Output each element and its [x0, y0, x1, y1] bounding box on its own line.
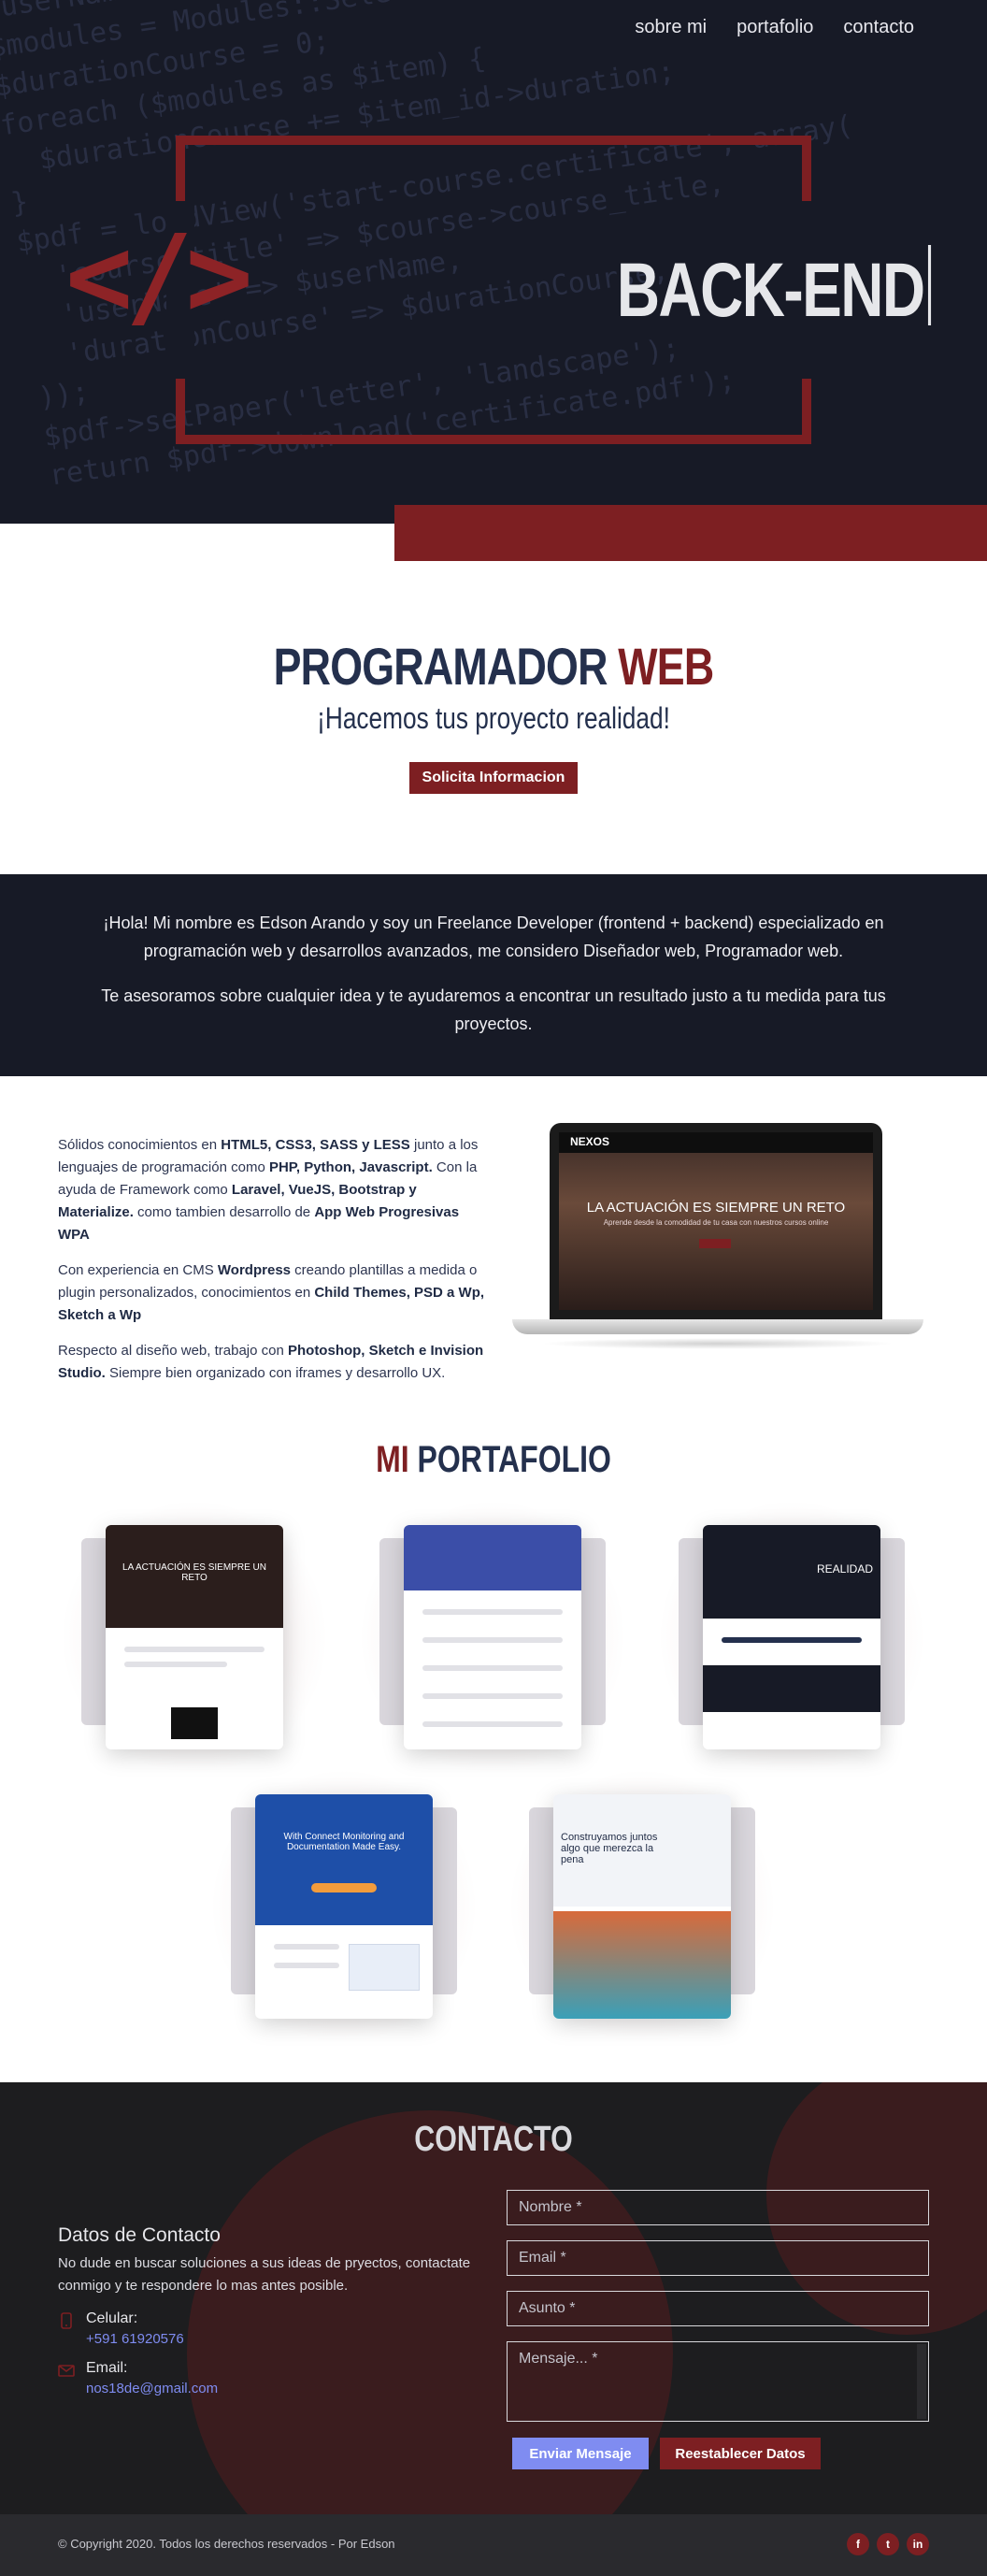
laptop-screen-cta [699, 1239, 731, 1248]
skills-paragraph-3: Respecto al diseño web, trabajo con Phot… [58, 1343, 484, 1381]
about-section: ¡Hola! Mi nombre es Edson Arando y soy u… [0, 874, 987, 1076]
linkedin-icon[interactable]: in [907, 2533, 929, 2555]
contact-phone: Celular: +591 61920576 [58, 2310, 479, 2347]
contact-info: Datos de Contacto No dude en buscar solu… [58, 2224, 479, 2396]
laptop-screen-brand: NEXOS [570, 1135, 610, 1148]
laptop-screen: NEXOS LA ACTUACIÓN ES SIEMPRE UN RETO Ap… [559, 1132, 873, 1310]
message-field[interactable]: Mensaje... * [507, 2341, 929, 2422]
contact-description: No dude en buscar soluciones a sus ideas… [58, 2255, 471, 2294]
email-field[interactable]: Email * [507, 2240, 929, 2276]
portfolio-card-2[interactable] [348, 1488, 637, 1787]
phone-link[interactable]: +591 61920576 [86, 2331, 479, 2347]
contact-section: CONTACTO Datos de Contacto No dude en bu… [0, 2082, 987, 2514]
phone-icon [61, 2312, 72, 2329]
portfolio-card-1-preview: LA ACTUACIÓN ES SIEMPRE UN RETO [106, 1525, 283, 1749]
name-field[interactable]: Nombre * [507, 2190, 929, 2225]
portfolio-title: MI PORTAFOLIO [376, 1439, 611, 1480]
skills-text: Sólidos conocimientos en HTML5, CSS3, SA… [58, 1134, 488, 1398]
nav-link-contacto[interactable]: contacto [843, 17, 914, 38]
page: $userName = $user->name; $modules = Modu… [0, 0, 987, 2576]
hero-title: BACK-END [617, 245, 931, 335]
copyright-text: © Copyright 2020. Todos los derechos res… [58, 2537, 395, 2551]
typing-cursor [927, 245, 931, 325]
skills-paragraph-2: Con experiencia en CMS Wordpress creando… [58, 1262, 485, 1323]
nav-link-portafolio[interactable]: portafolio [737, 17, 813, 38]
contact-title: CONTACTO [414, 2120, 573, 2159]
portfolio-card-5[interactable]: Construyamos juntos algo que merezca la … [497, 1757, 787, 2056]
contact-email: Email: nos18de@gmail.com [58, 2360, 479, 2396]
laptop-screen-headline: LA ACTUACIÓN ES SIEMPRE UN RETO [586, 1200, 846, 1216]
main-nav: sobre mi portafolio contacto [635, 17, 914, 38]
reset-form-button[interactable]: Reestablecer Datos [660, 2438, 821, 2469]
portfolio-card-2-preview [404, 1525, 581, 1749]
about-paragraph-1: ¡Hola! Mi nombre es Edson Arando y soy u… [103, 914, 884, 960]
portfolio-card-5-title: Construyamos juntos algo que merezca la … [561, 1832, 658, 1865]
facebook-icon[interactable]: f [847, 2533, 869, 2555]
laptop-lid: NEXOS LA ACTUACIÓN ES SIEMPRE UN RETO Ap… [550, 1123, 882, 1319]
message-scrollbar[interactable] [917, 2344, 926, 2419]
laptop-base [512, 1319, 923, 1334]
request-info-button[interactable]: Solicita Informacion [409, 762, 578, 794]
laptop-mockup: NEXOS LA ACTUACIÓN ES SIEMPRE UN RETO Ap… [512, 1123, 923, 1375]
email-link[interactable]: nos18de@gmail.com [86, 2381, 479, 2396]
hero-accent-band [394, 505, 987, 524]
hero-section: $userName = $user->name; $modules = Modu… [0, 0, 987, 524]
portfolio-card-3[interactable]: REALIDAD [647, 1488, 937, 1787]
portfolio-card-1[interactable]: LA ACTUACIÓN ES SIEMPRE UN RETO [50, 1488, 339, 1787]
portfolio-card-4-preview: With Connect Monitoring and Documentatio… [255, 1794, 433, 2019]
skills-section: Sólidos conocimientos en HTML5, CSS3, SA… [0, 1076, 987, 1413]
portfolio-card-5-preview: Construyamos juntos algo que merezca la … [553, 1794, 731, 2019]
about-paragraph-2: Te asesoramos sobre cualquier idea y te … [101, 986, 886, 1033]
portfolio-card-3-title: REALIDAD [816, 1562, 873, 1576]
intro-title: PROGRAMADOR WEB [273, 637, 715, 696]
portfolio-card-4-title: With Connect Monitoring and Documentatio… [283, 1832, 405, 1852]
laptop-shadow [540, 1338, 895, 1349]
mail-icon [58, 2365, 75, 2377]
contact-heading: Datos de Contacto [58, 2224, 221, 2246]
portfolio-section: MI PORTAFOLIO LA ACTUACIÓN ES SIEMPRE UN… [0, 1413, 987, 2082]
laptop-screen-subtext: Aprende desde la comodidad de tu casa co… [603, 1218, 829, 1227]
nav-link-sobre-mi[interactable]: sobre mi [635, 17, 707, 38]
hero-accent-band-lower [394, 524, 987, 561]
intro-section: PROGRAMADOR WEB ¡Hacemos tus proyecto re… [0, 561, 987, 874]
twitter-icon[interactable]: t [877, 2533, 899, 2555]
code-brackets-logo: </> [65, 212, 253, 342]
portfolio-card-4[interactable]: With Connect Monitoring and Documentatio… [199, 1757, 489, 2056]
subject-field[interactable]: Asunto * [507, 2291, 929, 2326]
portfolio-card-3-preview: REALIDAD [703, 1525, 880, 1749]
footer: © Copyright 2020. Todos los derechos res… [0, 2514, 987, 2576]
send-message-button[interactable]: Enviar Mensaje [512, 2438, 649, 2469]
intro-subtitle: ¡Hacemos tus proyecto realidad! [317, 701, 670, 735]
portfolio-card-1-title: LA ACTUACIÓN ES SIEMPRE UN RETO [122, 1562, 266, 1583]
skills-paragraph-1: Sólidos conocimientos en HTML5, CSS3, SA… [58, 1137, 479, 1243]
social-links: f t in [847, 2533, 929, 2555]
